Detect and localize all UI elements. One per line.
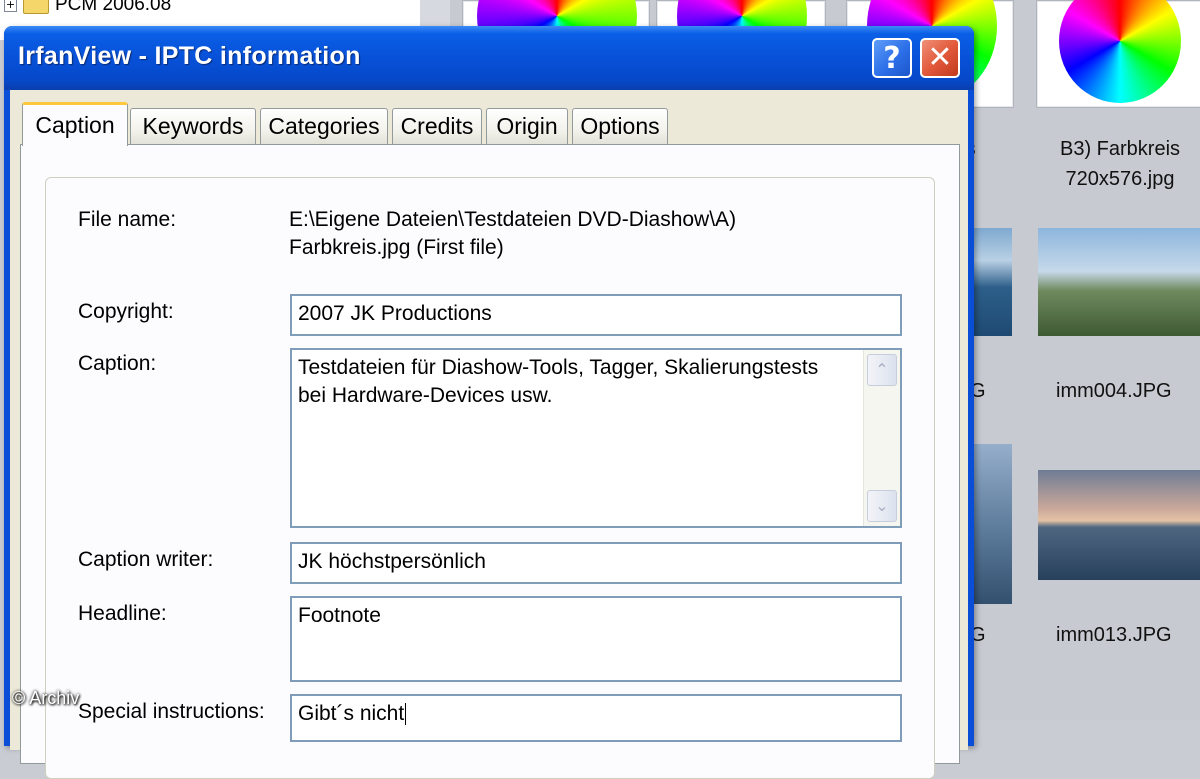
tab-origin[interactable]: Origin: [486, 108, 568, 144]
expand-icon[interactable]: +: [4, 0, 17, 12]
caption-scrollbar[interactable]: ⌃ ⌄: [863, 350, 900, 526]
photo-thumbnail[interactable]: [1038, 228, 1200, 336]
chevron-down-icon: ⌄: [875, 496, 889, 515]
photo-thumbnail[interactable]: [970, 444, 1012, 604]
help-button[interactable]: ?: [872, 38, 912, 78]
thumbnail[interactable]: [1036, 0, 1200, 108]
tab-categories[interactable]: Categories: [260, 108, 388, 144]
title-bar[interactable]: IrfanView - IPTC information ? ✕: [4, 26, 974, 90]
caption-textarea[interactable]: Testdateien für Diashow-Tools, Tagger, S…: [290, 348, 902, 528]
caption-panel: File name: E:\Eigene Dateien\Testdateien…: [20, 144, 960, 779]
special-instructions-value: Gibt´s nicht: [298, 702, 405, 725]
copyright-label: Copyright:: [78, 300, 174, 323]
tab-keywords[interactable]: Keywords: [130, 108, 256, 144]
tree-item-pcm[interactable]: + PCM 2006.08: [4, 0, 171, 16]
caption-group: File name: E:\Eigene Dateien\Testdateien…: [45, 177, 935, 779]
chevron-up-icon: ⌃: [875, 360, 889, 379]
photo-thumbnail[interactable]: [1038, 470, 1200, 580]
close-icon: ✕: [927, 40, 953, 75]
tab-options[interactable]: Options: [572, 108, 668, 144]
copyright-field[interactable]: 2007 JK Productions: [290, 294, 902, 336]
file-name-label: File name:: [78, 208, 177, 231]
file-name-value: E:\Eigene Dateien\Testdateien DVD-Diasho…: [289, 208, 737, 259]
thumbnail-label: B3) Farbkreis 720x576.jpg: [1059, 138, 1181, 190]
iptc-dialog: IrfanView - IPTC information ? ✕ Caption…: [4, 26, 974, 779]
help-icon: ?: [883, 40, 901, 76]
copyright-watermark: © Archiv: [12, 688, 80, 708]
caption-line: bei Hardware-Devices usw.: [298, 384, 553, 407]
tree-item-label: PCM 2006.08: [55, 0, 172, 15]
folder-icon: [23, 0, 49, 14]
headline-label: Headline:: [78, 602, 167, 625]
scroll-down-button[interactable]: ⌄: [867, 490, 897, 522]
thumbnail-label: imm004.JPG: [1056, 380, 1172, 402]
caption-line: Testdateien für Diashow-Tools, Tagger, S…: [298, 356, 819, 379]
caption-writer-label: Caption writer:: [78, 548, 214, 571]
special-instructions-label: Special instructions:: [78, 700, 265, 723]
dialog-title: IrfanView - IPTC information: [18, 42, 361, 70]
color-wheel-image: [1059, 0, 1181, 103]
headline-field[interactable]: Footnote: [290, 596, 902, 682]
tab-caption[interactable]: Caption: [22, 102, 128, 146]
caption-writer-field[interactable]: JK höchstpersönlich: [290, 542, 902, 584]
caption-label: Caption:: [78, 352, 157, 375]
photo-thumbnail[interactable]: [970, 228, 1012, 336]
thumbnail-label: imm013.JPG: [1056, 624, 1172, 646]
special-instructions-field[interactable]: Gibt´s nicht: [290, 694, 902, 742]
dialog-body: Caption Keywords Categories Credits Orig…: [10, 90, 968, 779]
close-button[interactable]: ✕: [920, 38, 960, 78]
text-cursor: [405, 703, 407, 726]
scroll-up-button[interactable]: ⌃: [867, 354, 897, 386]
tab-credits[interactable]: Credits: [392, 108, 482, 144]
